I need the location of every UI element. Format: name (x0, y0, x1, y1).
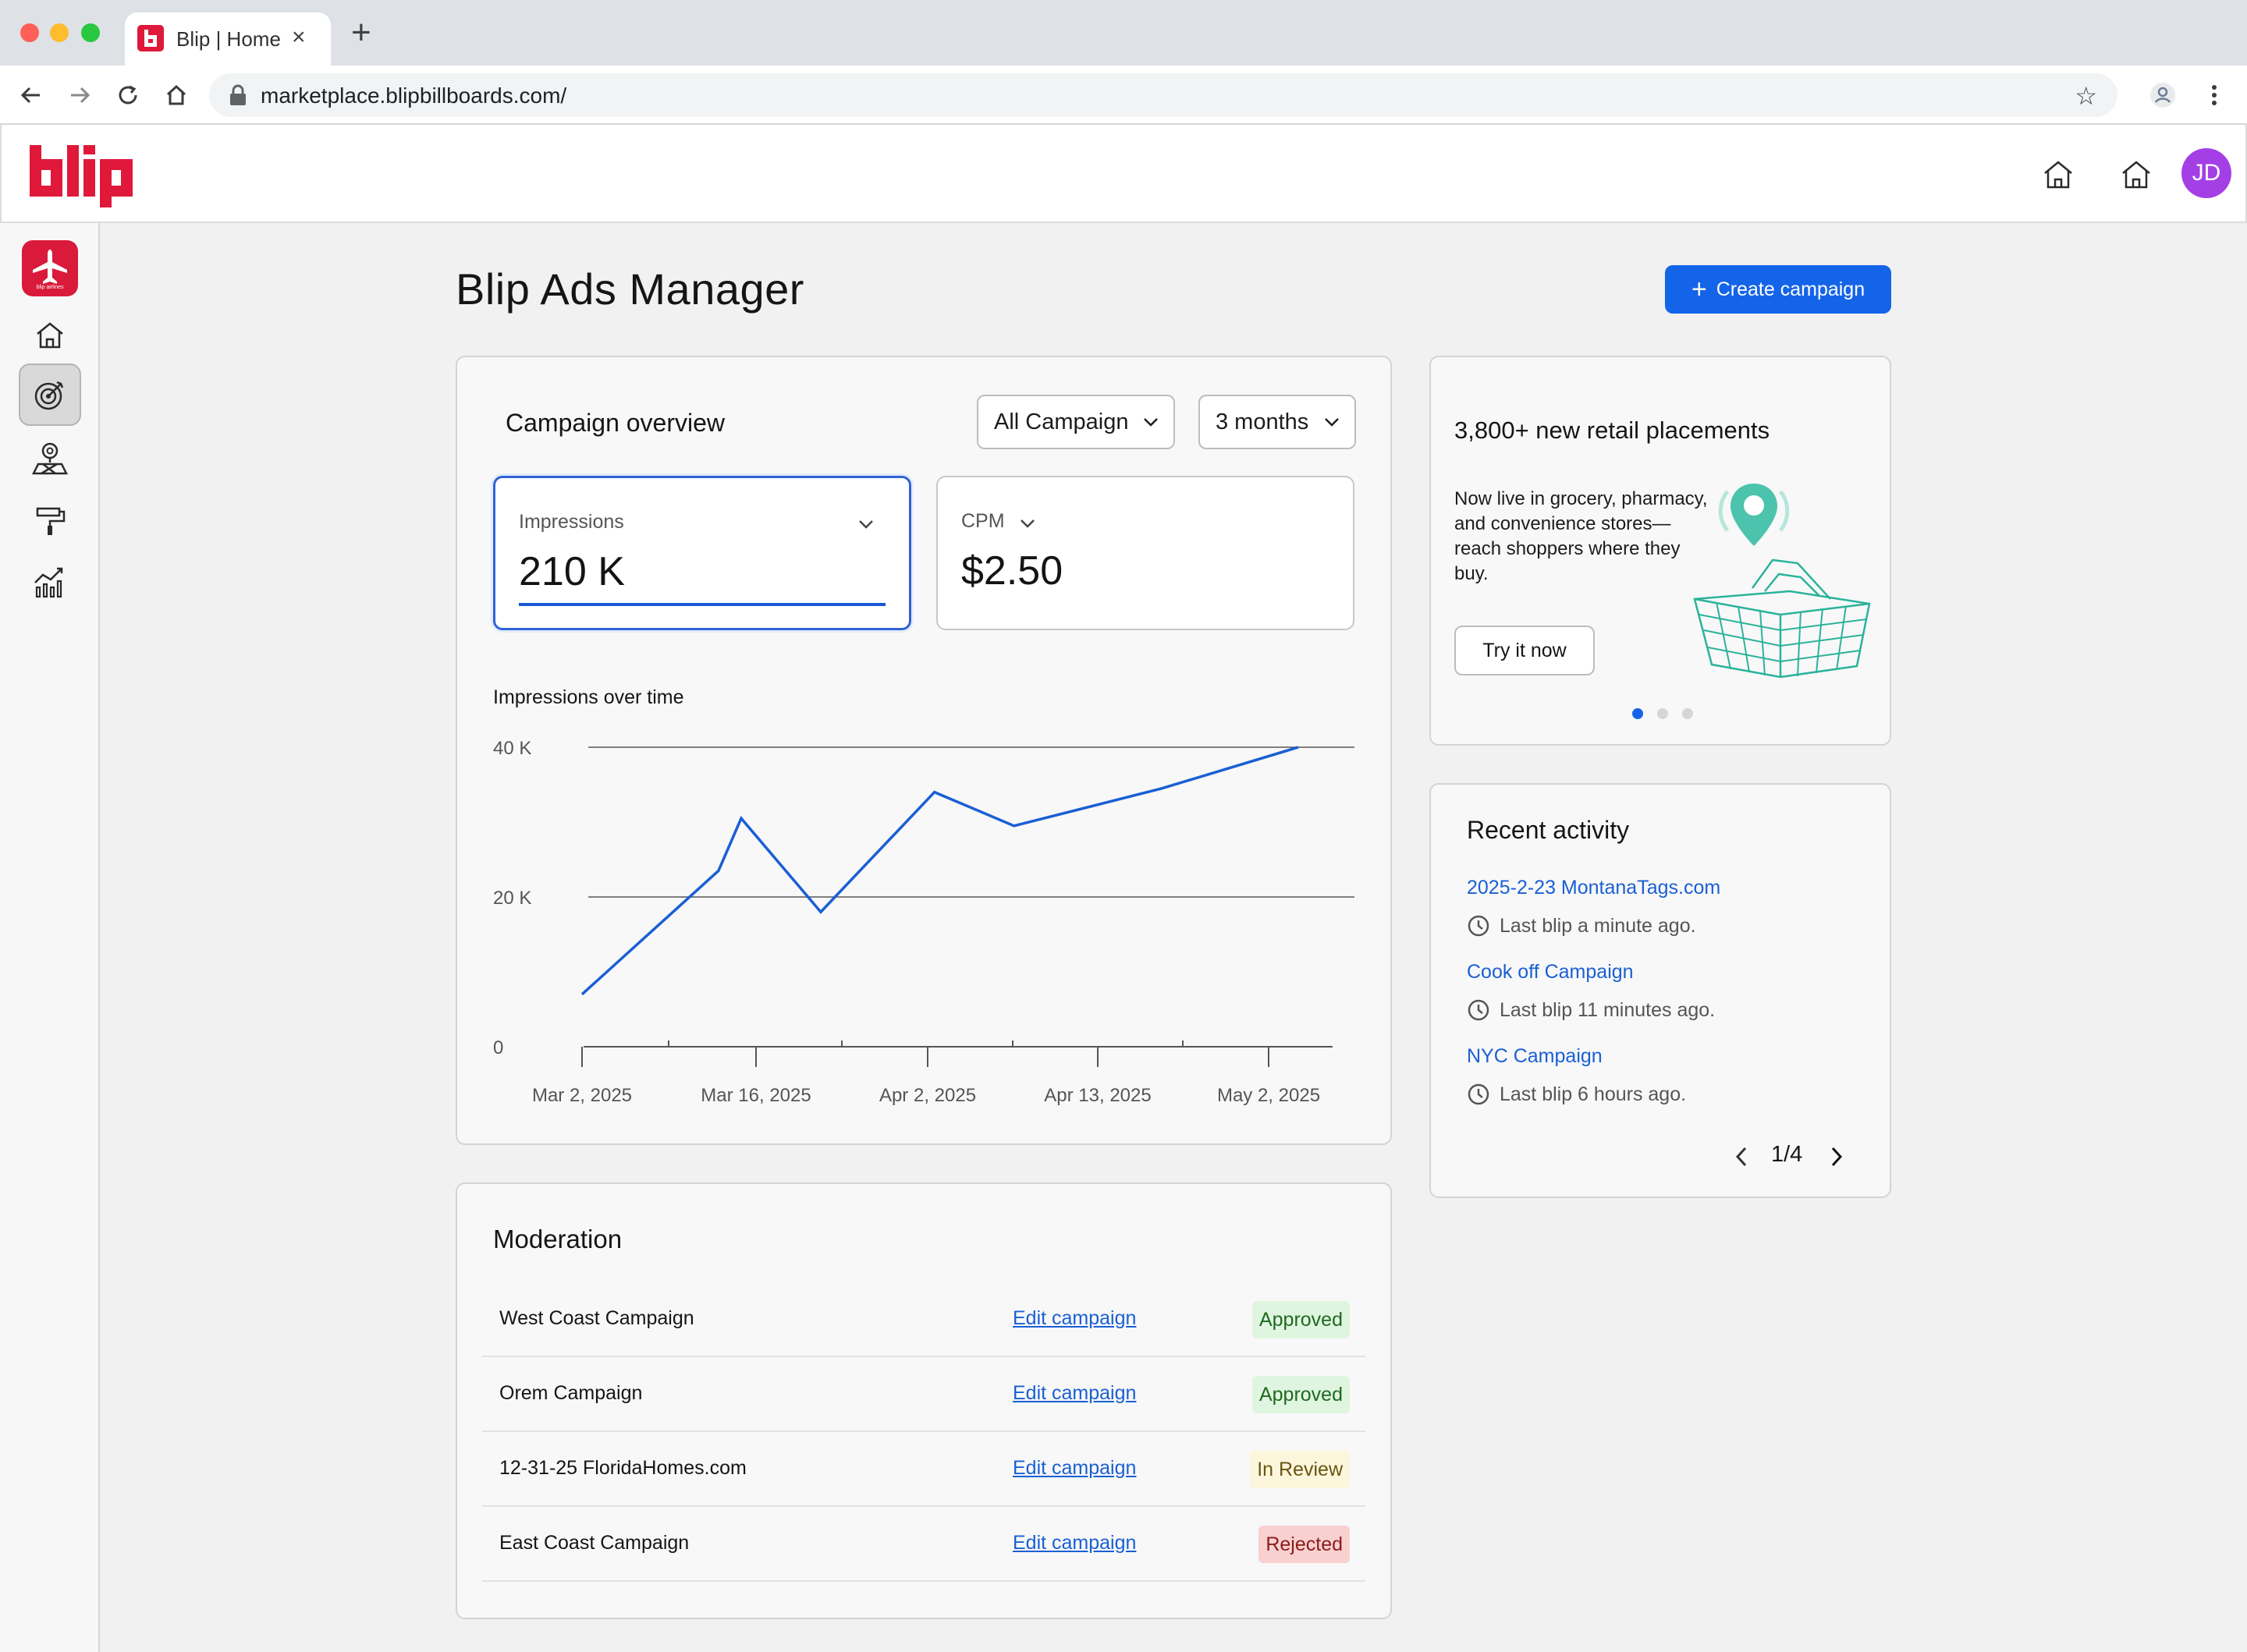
brand-caption: blip airlines (36, 285, 64, 290)
status-badge: Approved (1251, 1301, 1350, 1338)
x-tick-label: Mar 16, 2025 (701, 1085, 811, 1106)
campaign-name: West Coast Campaign (499, 1307, 694, 1329)
carousel-dot[interactable] (1682, 708, 1693, 719)
activity-campaign-link[interactable]: Cook off Campaign (1467, 961, 1634, 984)
clock-icon (1468, 999, 1489, 1021)
sidebar-item-campaigns[interactable] (19, 363, 81, 426)
plus-icon: + (1691, 275, 1707, 304)
home-icon[interactable] (2041, 158, 2075, 192)
table-row: West Coast Campaign Edit campaign Approved (482, 1282, 1365, 1357)
window-zoom-button[interactable] (81, 23, 100, 42)
page-title: Blip Ads Manager (456, 264, 804, 314)
url-text: marketplace.blipbillboards.com/ (261, 83, 567, 108)
sidebar: blip airlines (0, 223, 100, 1652)
previous-page-icon[interactable] (1734, 1145, 1749, 1168)
x-tick-label: Apr 2, 2025 (879, 1085, 976, 1106)
create-campaign-button[interactable]: + Create campaign (1665, 265, 1891, 314)
home-icon (37, 322, 63, 349)
table-row: Orem Campaign Edit campaign Approved (482, 1357, 1365, 1432)
y-tick-label: 20 K (493, 888, 531, 909)
app-header: blip JD (0, 125, 2247, 223)
tab-close-icon[interactable]: × (292, 23, 306, 51)
clock-icon (1468, 1083, 1489, 1105)
carousel-dot[interactable] (1632, 708, 1643, 719)
window-close-button[interactable] (20, 23, 39, 42)
window-minimize-button[interactable] (50, 23, 69, 42)
new-tab-icon[interactable]: + (351, 16, 371, 50)
blip-logo-mark: blip (28, 140, 133, 207)
next-page-icon[interactable] (1829, 1145, 1844, 1168)
series-line (580, 746, 1299, 996)
lock-icon (230, 84, 246, 105)
campaign-overview-card: Campaign overview All Campaign 3 months … (456, 356, 1392, 1145)
carousel-dot[interactable] (1657, 708, 1668, 719)
tab-title: Blip | Home (176, 27, 281, 51)
airplane-icon (33, 250, 67, 284)
profile-icon[interactable] (2147, 80, 2178, 111)
activity-meta: Last blip 11 minutes ago. (1467, 998, 1715, 1022)
paint-roller-icon (36, 507, 66, 535)
activity-campaign-link[interactable]: NYC Campaign (1467, 1045, 1603, 1068)
table-row: East Coast Campaign Edit campaign Rejected (482, 1507, 1365, 1582)
activity-meta-text: Last blip 6 hours ago. (1500, 1083, 1687, 1105)
address-bar[interactable]: marketplace.blipbillboards.com/ ☆ (209, 73, 2117, 117)
bookmark-star-icon[interactable]: ☆ (2075, 81, 2097, 111)
y-tick-label: 0 (493, 1037, 503, 1058)
blip-favicon-icon (137, 25, 164, 51)
moderation-card: Moderation West Coast Campaign Edit campa… (456, 1182, 1392, 1619)
activity-meta: Last blip 6 hours ago. (1467, 1083, 1686, 1106)
impressions-line-chart: 0 20 K 40 K Mar 2, 2025 Mar 16, 2025 Apr 2, 2… (493, 738, 1354, 1106)
recent-activity-title: Recent activity (1467, 816, 1630, 844)
activity-meta: Last blip a minute ago. (1467, 914, 1696, 938)
clock-icon (1468, 915, 1489, 937)
edit-campaign-link[interactable]: Edit campaign (1013, 1307, 1136, 1330)
forward-arrow-icon[interactable] (64, 80, 95, 111)
shopping-basket-location-illustration (1693, 484, 1871, 679)
x-tick-label: May 2, 2025 (1217, 1085, 1320, 1106)
y-tick-label: 40 K (493, 738, 531, 759)
browser-toolbar: marketplace.blipbillboards.com/ ☆ (0, 66, 2247, 125)
campaign-name: Orem Campaign (499, 1382, 643, 1404)
activity-meta-text: Last blip a minute ago. (1500, 914, 1696, 937)
pagination-indicator: 1/4 (1771, 1142, 1803, 1167)
logo-text: blip (28, 140, 30, 141)
x-tick-label: Apr 13, 2025 (1044, 1085, 1151, 1106)
browser-home-icon[interactable] (161, 80, 192, 111)
user-avatar[interactable]: JD (2181, 148, 2231, 198)
edit-campaign-link[interactable]: Edit campaign (1013, 1382, 1136, 1405)
moderation-title: Moderation (493, 1225, 623, 1253)
edit-campaign-link[interactable]: Edit campaign (1013, 1532, 1136, 1555)
sidebar-item-creatives[interactable] (19, 490, 81, 552)
sidebar-item-analytics[interactable] (19, 551, 81, 613)
try-it-now-button[interactable]: Try it now (1454, 626, 1595, 675)
table-row: 12-31-25 FloridaHomes.com Edit campaign In… (482, 1432, 1365, 1507)
target-icon (34, 381, 64, 410)
analytics-icon (34, 567, 63, 598)
home-alt-icon[interactable] (2119, 158, 2153, 192)
campaign-name: 12-31-25 FloridaHomes.com (499, 1457, 747, 1479)
status-badge: In Review (1250, 1451, 1350, 1488)
activity-meta-text: Last blip 11 minutes ago. (1500, 998, 1716, 1021)
blip-logo[interactable]: blip (28, 140, 161, 207)
browser-menu-icon[interactable] (2199, 80, 2230, 111)
map-pin-icon (32, 442, 68, 475)
sidebar-item-locations[interactable] (19, 427, 81, 490)
recent-activity-card: Recent activity 2025-2-23 MontanaTags.co… (1429, 783, 1891, 1198)
advertiser-brand-tile[interactable]: blip airlines (22, 240, 78, 296)
sidebar-item-home[interactable] (19, 304, 81, 367)
promo-card: 3,800+ new retail placements Now live in… (1429, 356, 1891, 746)
reload-icon[interactable] (112, 80, 144, 111)
x-tick-label: Mar 2, 2025 (532, 1085, 632, 1106)
activity-campaign-link[interactable]: 2025-2-23 MontanaTags.com (1467, 877, 1720, 899)
status-badge: Approved (1251, 1376, 1350, 1413)
browser-tab-bar: Blip | Home × + (0, 0, 2247, 66)
campaign-name: East Coast Campaign (499, 1532, 690, 1554)
promo-text: Now live in grocery, pharmacy, and conve… (1454, 488, 1708, 584)
promo-title: 3,800+ new retail placements (1454, 417, 1770, 444)
back-arrow-icon[interactable] (16, 80, 47, 111)
create-campaign-label: Create campaign (1716, 278, 1865, 300)
edit-campaign-link[interactable]: Edit campaign (1013, 1457, 1136, 1480)
browser-tab[interactable]: Blip | Home × (125, 12, 331, 66)
status-badge: Rejected (1258, 1526, 1350, 1563)
